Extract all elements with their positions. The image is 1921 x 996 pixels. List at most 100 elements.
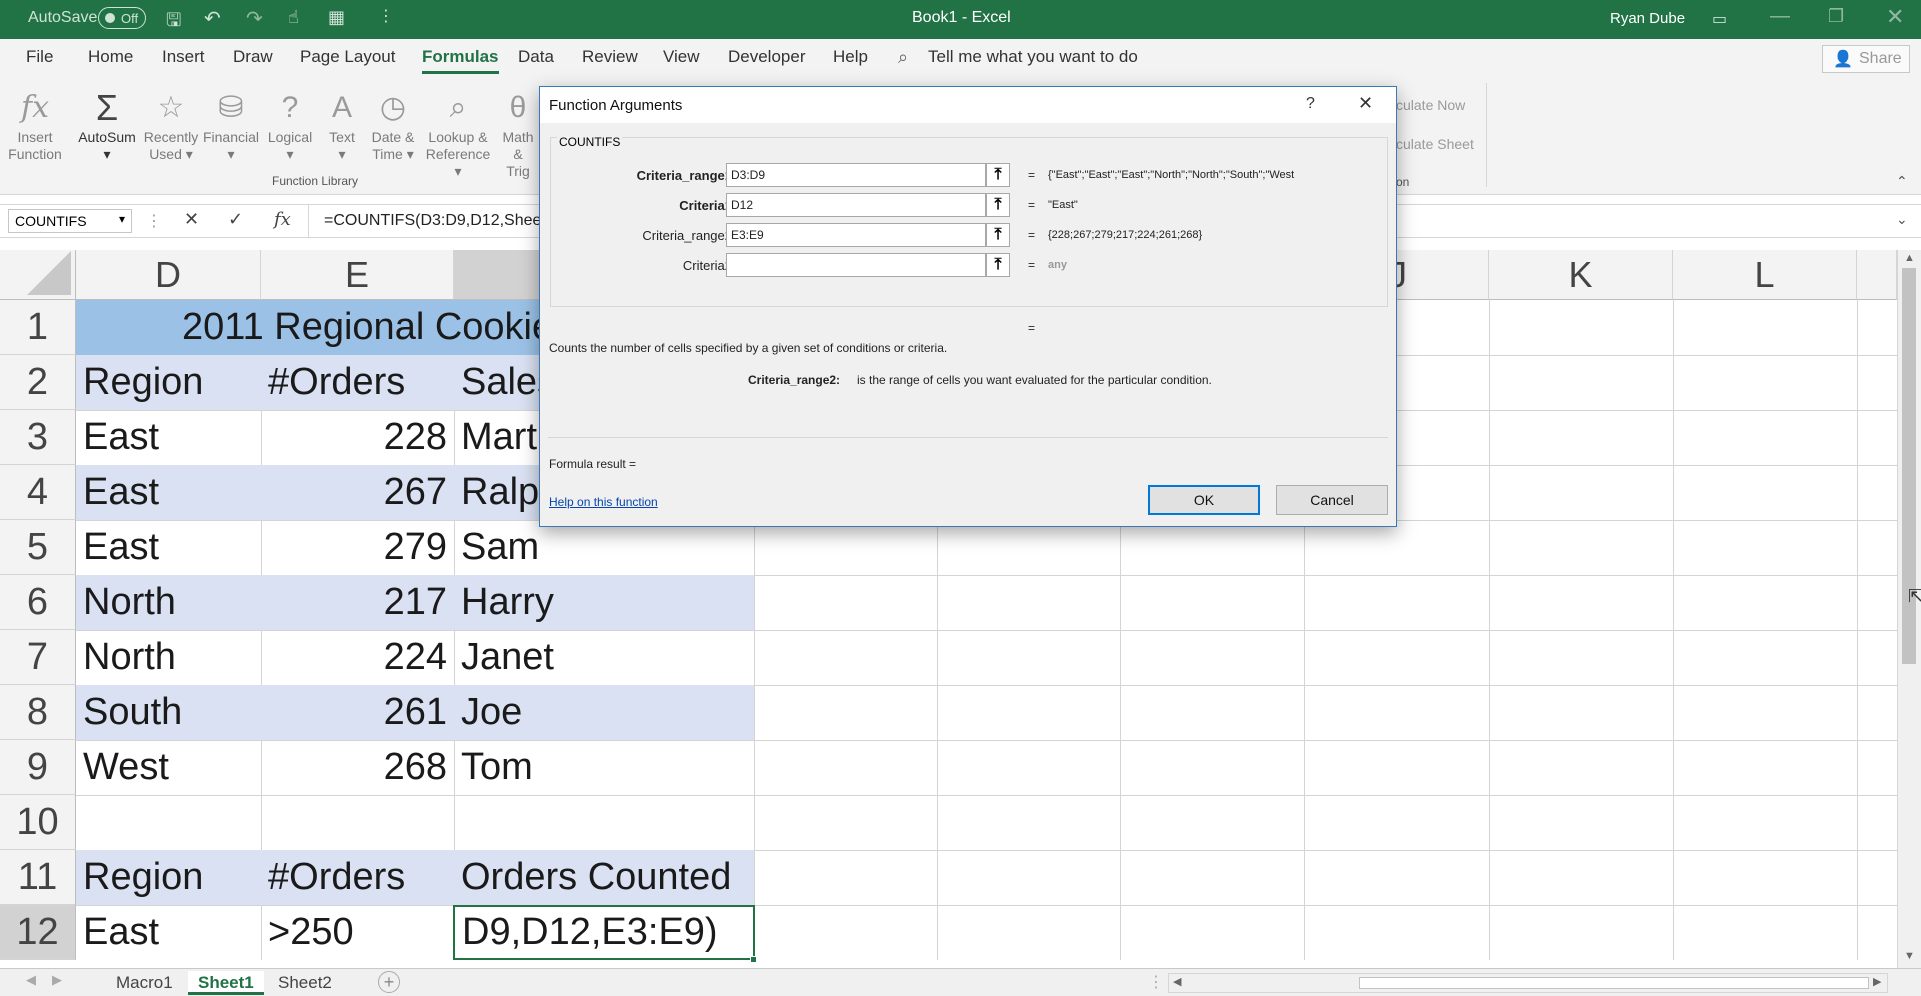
financial-button[interactable]: ⛁ Financial ▾	[202, 85, 260, 163]
row-header-7[interactable]: 7	[0, 630, 76, 685]
collapse-dialog-icon[interactable]: ⤒	[986, 223, 1010, 247]
close-window-icon[interactable]: ✕	[1886, 4, 1904, 30]
calculate-sheet-button[interactable]: culate Sheet	[1396, 136, 1474, 152]
recently-used-button[interactable]: ☆ Recently Used ▾	[140, 85, 202, 163]
calculate-now-button[interactable]: culate Now	[1396, 97, 1465, 113]
column-header-d[interactable]: D	[76, 250, 261, 300]
scroll-right-icon[interactable]: ▶	[52, 972, 62, 988]
arg-input-criteria1[interactable]: D12	[726, 193, 986, 217]
customize-qat-icon[interactable]: ⋮	[378, 6, 394, 26]
cell-f8[interactable]: Joe	[454, 685, 754, 740]
tell-me-box[interactable]: Tell me what you want to do	[928, 47, 1138, 67]
cell-d5[interactable]: East	[76, 520, 261, 575]
cell-d7[interactable]: North	[76, 630, 261, 685]
scroll-up-icon[interactable]: ▲	[1904, 252, 1915, 264]
cell-e8[interactable]: 261	[261, 685, 454, 740]
tab-draw[interactable]: Draw	[233, 47, 273, 67]
lookup-reference-button[interactable]: ⌕ Lookup & Reference ▾	[422, 85, 494, 180]
cell-f7[interactable]: Janet	[454, 630, 754, 685]
cancel-button[interactable]: Cancel	[1276, 485, 1388, 515]
cell-f6[interactable]: Harry	[454, 575, 754, 630]
tab-developer[interactable]: Developer	[728, 47, 806, 67]
arg-input-criteria-range2[interactable]: E3:E9	[726, 223, 986, 247]
arg-input-criteria2[interactable]	[726, 253, 986, 277]
row-header-3[interactable]: 3	[0, 410, 76, 465]
horizontal-scrollbar[interactable]: ◀ ▶	[1168, 973, 1888, 993]
expand-formula-icon[interactable]: ⌄	[1896, 211, 1908, 228]
cell-d8[interactable]: South	[76, 685, 261, 740]
vertical-scrollbar[interactable]: ▲ ▼	[1897, 250, 1921, 968]
row-header-8[interactable]: 8	[0, 685, 76, 740]
row-header-4[interactable]: 4	[0, 465, 76, 520]
fill-handle[interactable]	[750, 956, 757, 963]
cell-d2[interactable]: Region	[76, 355, 261, 410]
row-header-1[interactable]: 1	[0, 300, 76, 355]
tab-home[interactable]: Home	[88, 47, 133, 67]
row-header-9[interactable]: 9	[0, 740, 76, 795]
cell-e2[interactable]: #Orders	[261, 355, 454, 410]
row-header-10[interactable]: 10	[0, 795, 76, 850]
cell-e12[interactable]: >250	[261, 905, 454, 960]
row-header-12[interactable]: 12	[0, 905, 76, 960]
cell-e11[interactable]: #Orders	[261, 850, 454, 905]
close-icon[interactable]: ✕	[1358, 93, 1373, 114]
collapse-ribbon-icon[interactable]: ⌃	[1896, 173, 1908, 190]
tab-data[interactable]: Data	[518, 47, 554, 67]
cell-f11[interactable]: Orders Counted	[454, 850, 754, 905]
date-time-button[interactable]: ◷ Date & Time ▾	[366, 85, 420, 163]
tab-view[interactable]: View	[663, 47, 700, 67]
cell-e6[interactable]: 217	[261, 575, 454, 630]
cell-e3[interactable]: 228	[261, 410, 454, 465]
undo-icon[interactable]: ↶	[204, 6, 221, 31]
ok-button[interactable]: OK	[1148, 485, 1260, 515]
help-icon[interactable]: ?	[1306, 95, 1315, 113]
cell-f9[interactable]: Tom	[454, 740, 754, 795]
enter-icon[interactable]: ✓	[228, 209, 243, 230]
form-icon[interactable]: ▦	[328, 7, 345, 28]
user-name[interactable]: Ryan Dube	[1610, 10, 1685, 27]
column-header-k[interactable]: K	[1489, 250, 1673, 300]
select-all-corner[interactable]	[0, 250, 76, 300]
sheet-tab-sheet2[interactable]: Sheet2	[268, 971, 342, 995]
tab-review[interactable]: Review	[582, 47, 638, 67]
row-header-6[interactable]: 6	[0, 575, 76, 630]
scroll-right-arrow-icon[interactable]: ▶	[1873, 975, 1881, 988]
restore-icon[interactable]: ❐	[1828, 6, 1844, 27]
column-header-m[interactable]	[1857, 250, 1897, 300]
cell-d3[interactable]: East	[76, 410, 261, 465]
row-header-11[interactable]: 11	[0, 850, 76, 905]
cancel-entry-icon[interactable]: ✕	[184, 209, 199, 230]
cell-f5[interactable]: Sam	[454, 520, 754, 575]
autosave-toggle[interactable]: Off	[98, 7, 146, 29]
help-on-function-link[interactable]: Help on this function	[549, 495, 658, 509]
cell-d12[interactable]: East	[76, 905, 261, 960]
tab-help[interactable]: Help	[833, 47, 868, 67]
cell-e4[interactable]: 267	[261, 465, 454, 520]
cell-e5[interactable]: 279	[261, 520, 454, 575]
tab-file[interactable]: File	[26, 47, 53, 67]
cell-d11[interactable]: Region	[76, 850, 261, 905]
tab-insert[interactable]: Insert	[162, 47, 205, 67]
insert-function-icon[interactable]: fx	[274, 209, 291, 230]
scroll-left-arrow-icon[interactable]: ◀	[1173, 975, 1181, 988]
minimize-icon[interactable]: —	[1770, 5, 1790, 28]
logical-button[interactable]: ? Logical ▾	[262, 85, 318, 163]
cell-e9[interactable]: 268	[261, 740, 454, 795]
share-button[interactable]: 👤 Share	[1822, 45, 1910, 73]
split-handle-icon[interactable]: ⋮	[1148, 972, 1164, 992]
sheet-tab-sheet1[interactable]: Sheet1	[188, 971, 264, 995]
horizontal-scroll-thumb[interactable]	[1359, 977, 1869, 989]
collapse-dialog-icon[interactable]: ⤒	[986, 193, 1010, 217]
math-trig-button[interactable]: θ Math & Trig	[496, 85, 540, 180]
scroll-left-icon[interactable]: ◀	[26, 972, 36, 988]
column-header-l[interactable]: L	[1673, 250, 1857, 300]
cell-d9[interactable]: West	[76, 740, 261, 795]
scroll-down-icon[interactable]: ▼	[1904, 950, 1915, 962]
arg-input-criteria-range1[interactable]: D3:D9	[726, 163, 986, 187]
collapse-dialog-icon[interactable]: ⤒	[986, 253, 1010, 277]
collapse-dialog-icon[interactable]: ⤒	[986, 163, 1010, 187]
redo-icon[interactable]: ↷	[246, 6, 263, 31]
save-icon[interactable]: 🖫	[166, 8, 181, 38]
row-header-2[interactable]: 2	[0, 355, 76, 410]
insert-function-button[interactable]: fx Insert Function	[4, 85, 66, 163]
